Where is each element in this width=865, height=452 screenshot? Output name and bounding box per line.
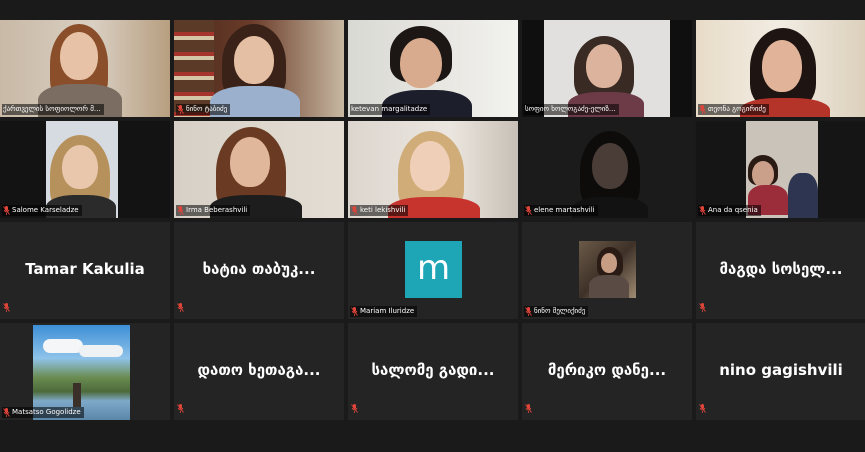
participant-tile[interactable]: ketevan margalitadze: [348, 20, 518, 117]
participant-name-bar: Matsatso Gogolidze: [2, 407, 84, 418]
participant-tile[interactable]: სალომე გადი...: [348, 323, 518, 420]
participant-video: [522, 121, 692, 218]
participant-tile[interactable]: elene martashvili: [522, 121, 692, 218]
participant-video: [522, 20, 692, 117]
participant-video: [348, 20, 518, 117]
participant-name: ნინო მელიქიძე: [534, 307, 586, 315]
participant-video: [174, 20, 344, 117]
participant-avatar-photo: [579, 241, 636, 298]
muted-mic-icon: [699, 105, 706, 114]
muted-mic-icon: [525, 398, 532, 417]
muted-mic-icon: [177, 398, 184, 417]
participant-tile[interactable]: Matsatso Gogolidze: [0, 323, 170, 420]
muted-mic-icon: [351, 307, 358, 316]
participant-display-name: მერიკო დანე...: [547, 361, 667, 379]
muted-mic-icon: [177, 206, 184, 215]
participant-display-name: ხატია თაბუკ...: [202, 260, 316, 278]
participant-tile[interactable]: Tamar Kakulia: [0, 222, 170, 319]
participant-tile[interactable]: მაგდა სოსელ...: [696, 222, 865, 319]
participant-display-name: დათო ხეთაგა...: [197, 361, 321, 379]
muted-mic-icon: [525, 206, 532, 215]
muted-mic-icon: [177, 105, 184, 114]
participant-name-bar: Irma Beberashvili: [176, 205, 251, 216]
participant-video: [174, 121, 344, 218]
participant-name-bar: ნინო მელიქიძე: [524, 306, 589, 317]
participant-name-bar: elene martashvili: [524, 205, 598, 216]
participant-display-name: მაგდა სოსელ...: [719, 260, 843, 278]
participant-video: [696, 121, 865, 218]
participant-tile[interactable]: დათო ხეთაგა...: [174, 323, 344, 420]
muted-mic-icon: [3, 206, 10, 215]
participant-tile[interactable]: nino gagishvili: [696, 323, 865, 420]
participant-name: ქართველის სოფიოლორ მ...: [3, 105, 101, 113]
participant-display-name: სალომე გადი...: [371, 361, 495, 379]
participant-name: elene martashvili: [534, 206, 595, 214]
muted-mic-icon: [699, 398, 706, 417]
participant-name-bar: სოფიო ხოლოგაძე-ელიზ...: [524, 104, 619, 115]
participant-name: keti lekishvili: [360, 206, 406, 214]
muted-mic-icon: [525, 307, 532, 316]
muted-mic-icon: [177, 297, 184, 316]
participant-name: Salome Karseladze: [12, 206, 79, 214]
participant-name: სოფიო ხოლოგაძე-ელიზ...: [525, 105, 616, 113]
participant-tile[interactable]: სოფიო ხოლოგაძე-ელიზ...: [522, 20, 692, 117]
participant-tile[interactable]: ნინო ტაბიძე: [174, 20, 344, 117]
participant-name-bar: Salome Karseladze: [2, 205, 82, 216]
participant-name: Matsatso Gogolidze: [12, 408, 81, 416]
participant-avatar-photo: [33, 325, 130, 420]
participant-avatar-logo: m: [405, 241, 462, 298]
gallery-grid: ქართველის სოფიოლორ მ... ნინო ტაბიძე kete…: [0, 20, 865, 422]
participant-tile[interactable]: Salome Karseladze: [0, 121, 170, 218]
participant-name: ნინო ტაბიძე: [186, 105, 228, 113]
muted-mic-icon: [351, 206, 358, 215]
participant-tile[interactable]: keti lekishvili: [348, 121, 518, 218]
muted-mic-icon: [699, 297, 706, 316]
participant-name-bar: Mariam Iluridze: [350, 306, 418, 317]
participant-name-bar: ketevan margalitadze: [350, 104, 431, 115]
participant-name-bar: Ana da qsenia: [698, 205, 761, 216]
participant-name-bar: თეონა გოგირიძე: [698, 104, 769, 115]
participant-name: თეონა გოგირიძე: [708, 105, 766, 113]
participant-video: [348, 121, 518, 218]
participant-display-name: nino gagishvili: [719, 361, 843, 379]
top-bar: [0, 0, 865, 20]
muted-mic-icon: [351, 398, 358, 417]
participant-name-bar: ქართველის სოფიოლორ მ...: [2, 104, 104, 115]
muted-mic-icon: [3, 297, 10, 316]
participant-video: [0, 121, 170, 218]
participant-name: Mariam Iluridze: [360, 307, 415, 315]
participant-name: Ana da qsenia: [708, 206, 758, 214]
participant-tile[interactable]: Irma Beberashvili: [174, 121, 344, 218]
participant-name-bar: ნინო ტაბიძე: [176, 104, 231, 115]
muted-mic-icon: [3, 408, 10, 417]
participant-video: [0, 20, 170, 117]
participant-video: [696, 20, 865, 117]
participant-tile[interactable]: ხატია თაბუკ...: [174, 222, 344, 319]
participant-tile[interactable]: Ana da qsenia: [696, 121, 865, 218]
participant-tile[interactable]: m Mariam Iluridze: [348, 222, 518, 319]
muted-mic-icon: [699, 206, 706, 215]
participant-display-name: Tamar Kakulia: [25, 260, 145, 278]
bottom-bar: [0, 422, 865, 452]
participant-tile[interactable]: ნინო მელიქიძე: [522, 222, 692, 319]
participant-name: Irma Beberashvili: [186, 206, 248, 214]
participant-name-bar: keti lekishvili: [350, 205, 409, 216]
participant-tile[interactable]: მერიკო დანე...: [522, 323, 692, 420]
participant-tile[interactable]: ქართველის სოფიოლორ მ...: [0, 20, 170, 117]
participant-name: ketevan margalitadze: [351, 105, 428, 113]
participant-tile[interactable]: თეონა გოგირიძე: [696, 20, 865, 117]
